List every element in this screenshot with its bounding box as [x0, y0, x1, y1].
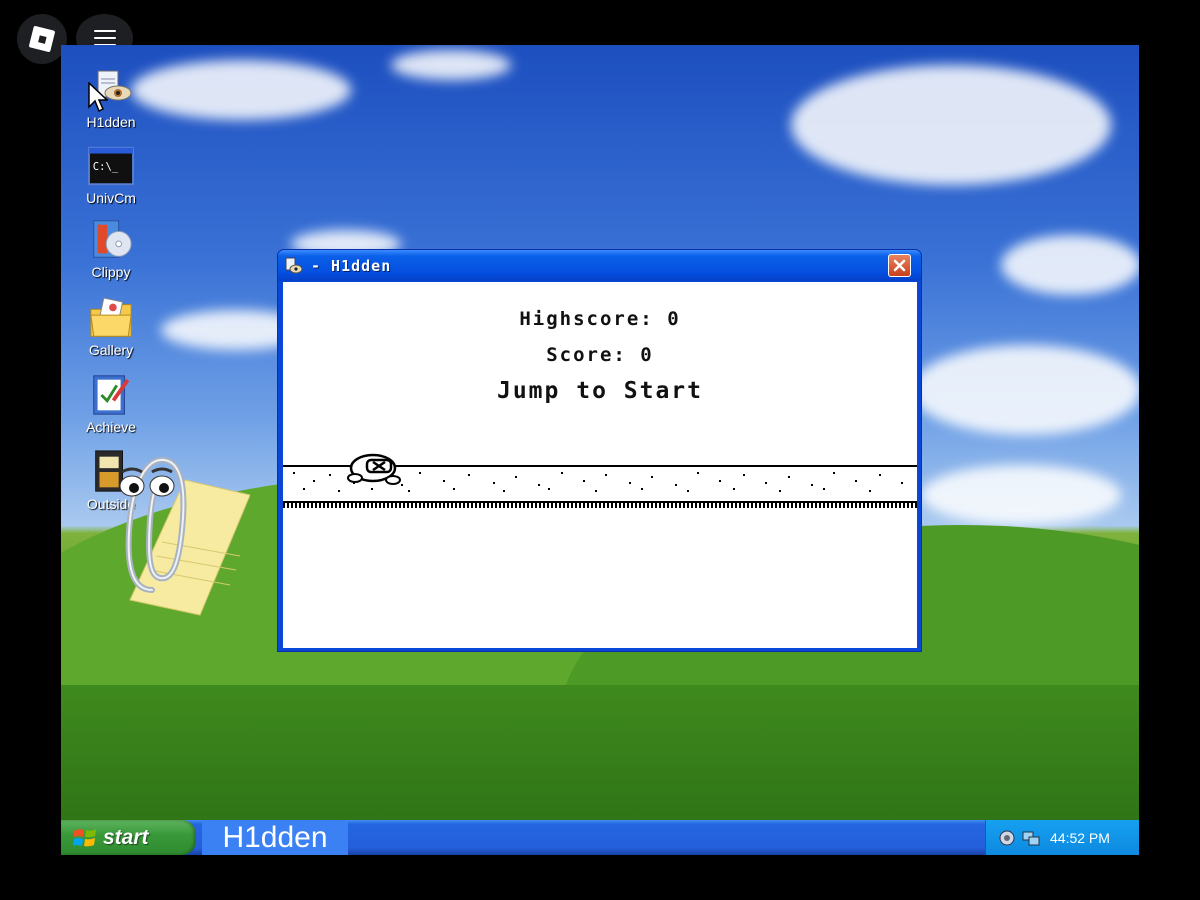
desktop-icon-clippy[interactable]: Clippy	[81, 217, 141, 280]
desktop-icon-label: Clippy	[91, 264, 131, 280]
roblox-logo-button[interactable]	[17, 14, 67, 64]
roblox-logo-icon	[28, 25, 56, 53]
taskbar: start H1dden 44:52 PM	[61, 820, 1139, 855]
clippy-assistant[interactable]	[90, 450, 251, 620]
score-text: Score: 0	[546, 344, 654, 366]
window-title: - H1dden	[311, 256, 392, 275]
meadow	[61, 685, 1139, 820]
windows-logo-icon	[73, 828, 96, 846]
start-button[interactable]: start	[61, 820, 196, 855]
game-area[interactable]: Highscore: 0 Score: 0 Jump to Start	[283, 282, 917, 648]
svg-text:C:\_: C:\_	[93, 161, 119, 173]
command-prompt-icon: C:\_	[88, 143, 134, 189]
notebook-pen-icon	[88, 372, 134, 418]
desktop-icon-label: Gallery	[88, 342, 134, 358]
cloud	[131, 60, 351, 120]
jump-to-start-text: Jump to Start	[496, 378, 703, 404]
software-box-icon	[88, 217, 134, 263]
desktop-icon-label: H1dden	[86, 114, 136, 130]
close-icon	[893, 259, 906, 272]
cloud	[791, 65, 1111, 185]
desktop-icon-achieve[interactable]: Achieve	[81, 372, 141, 435]
cloud	[1001, 235, 1139, 295]
eye-file-icon	[285, 257, 303, 273]
close-button[interactable]	[888, 254, 911, 277]
mouse-cursor-icon	[88, 82, 108, 113]
clock[interactable]: 44:52 PM	[1050, 830, 1110, 846]
start-label: start	[103, 825, 149, 849]
hamburger-menu-icon	[93, 30, 116, 46]
window-titlebar[interactable]: - H1dden	[278, 250, 921, 281]
taskbar-item-h1dden[interactable]: H1dden	[202, 820, 348, 855]
volume-icon[interactable]	[998, 829, 1016, 847]
ground-strip	[283, 501, 917, 508]
desktop-icon-univcm[interactable]: C:\_ UnivCm	[81, 143, 141, 206]
cloud	[391, 50, 511, 80]
cloud	[921, 465, 1121, 525]
cloud	[911, 345, 1139, 435]
picture-folder-icon	[88, 295, 134, 341]
h1dden-window[interactable]: - H1dden Highscore: 0 Score: 0 Jump to S…	[277, 249, 922, 652]
highscore-text: Highscore: 0	[519, 308, 681, 330]
player-character	[347, 453, 401, 485]
network-icon[interactable]	[1022, 829, 1040, 847]
desktop-icon-gallery[interactable]: Gallery	[81, 295, 141, 358]
desktop-icon-label: UnivCm	[86, 190, 136, 206]
system-tray: 44:52 PM	[985, 820, 1139, 855]
desktop-icon-label: Achieve	[86, 419, 136, 435]
